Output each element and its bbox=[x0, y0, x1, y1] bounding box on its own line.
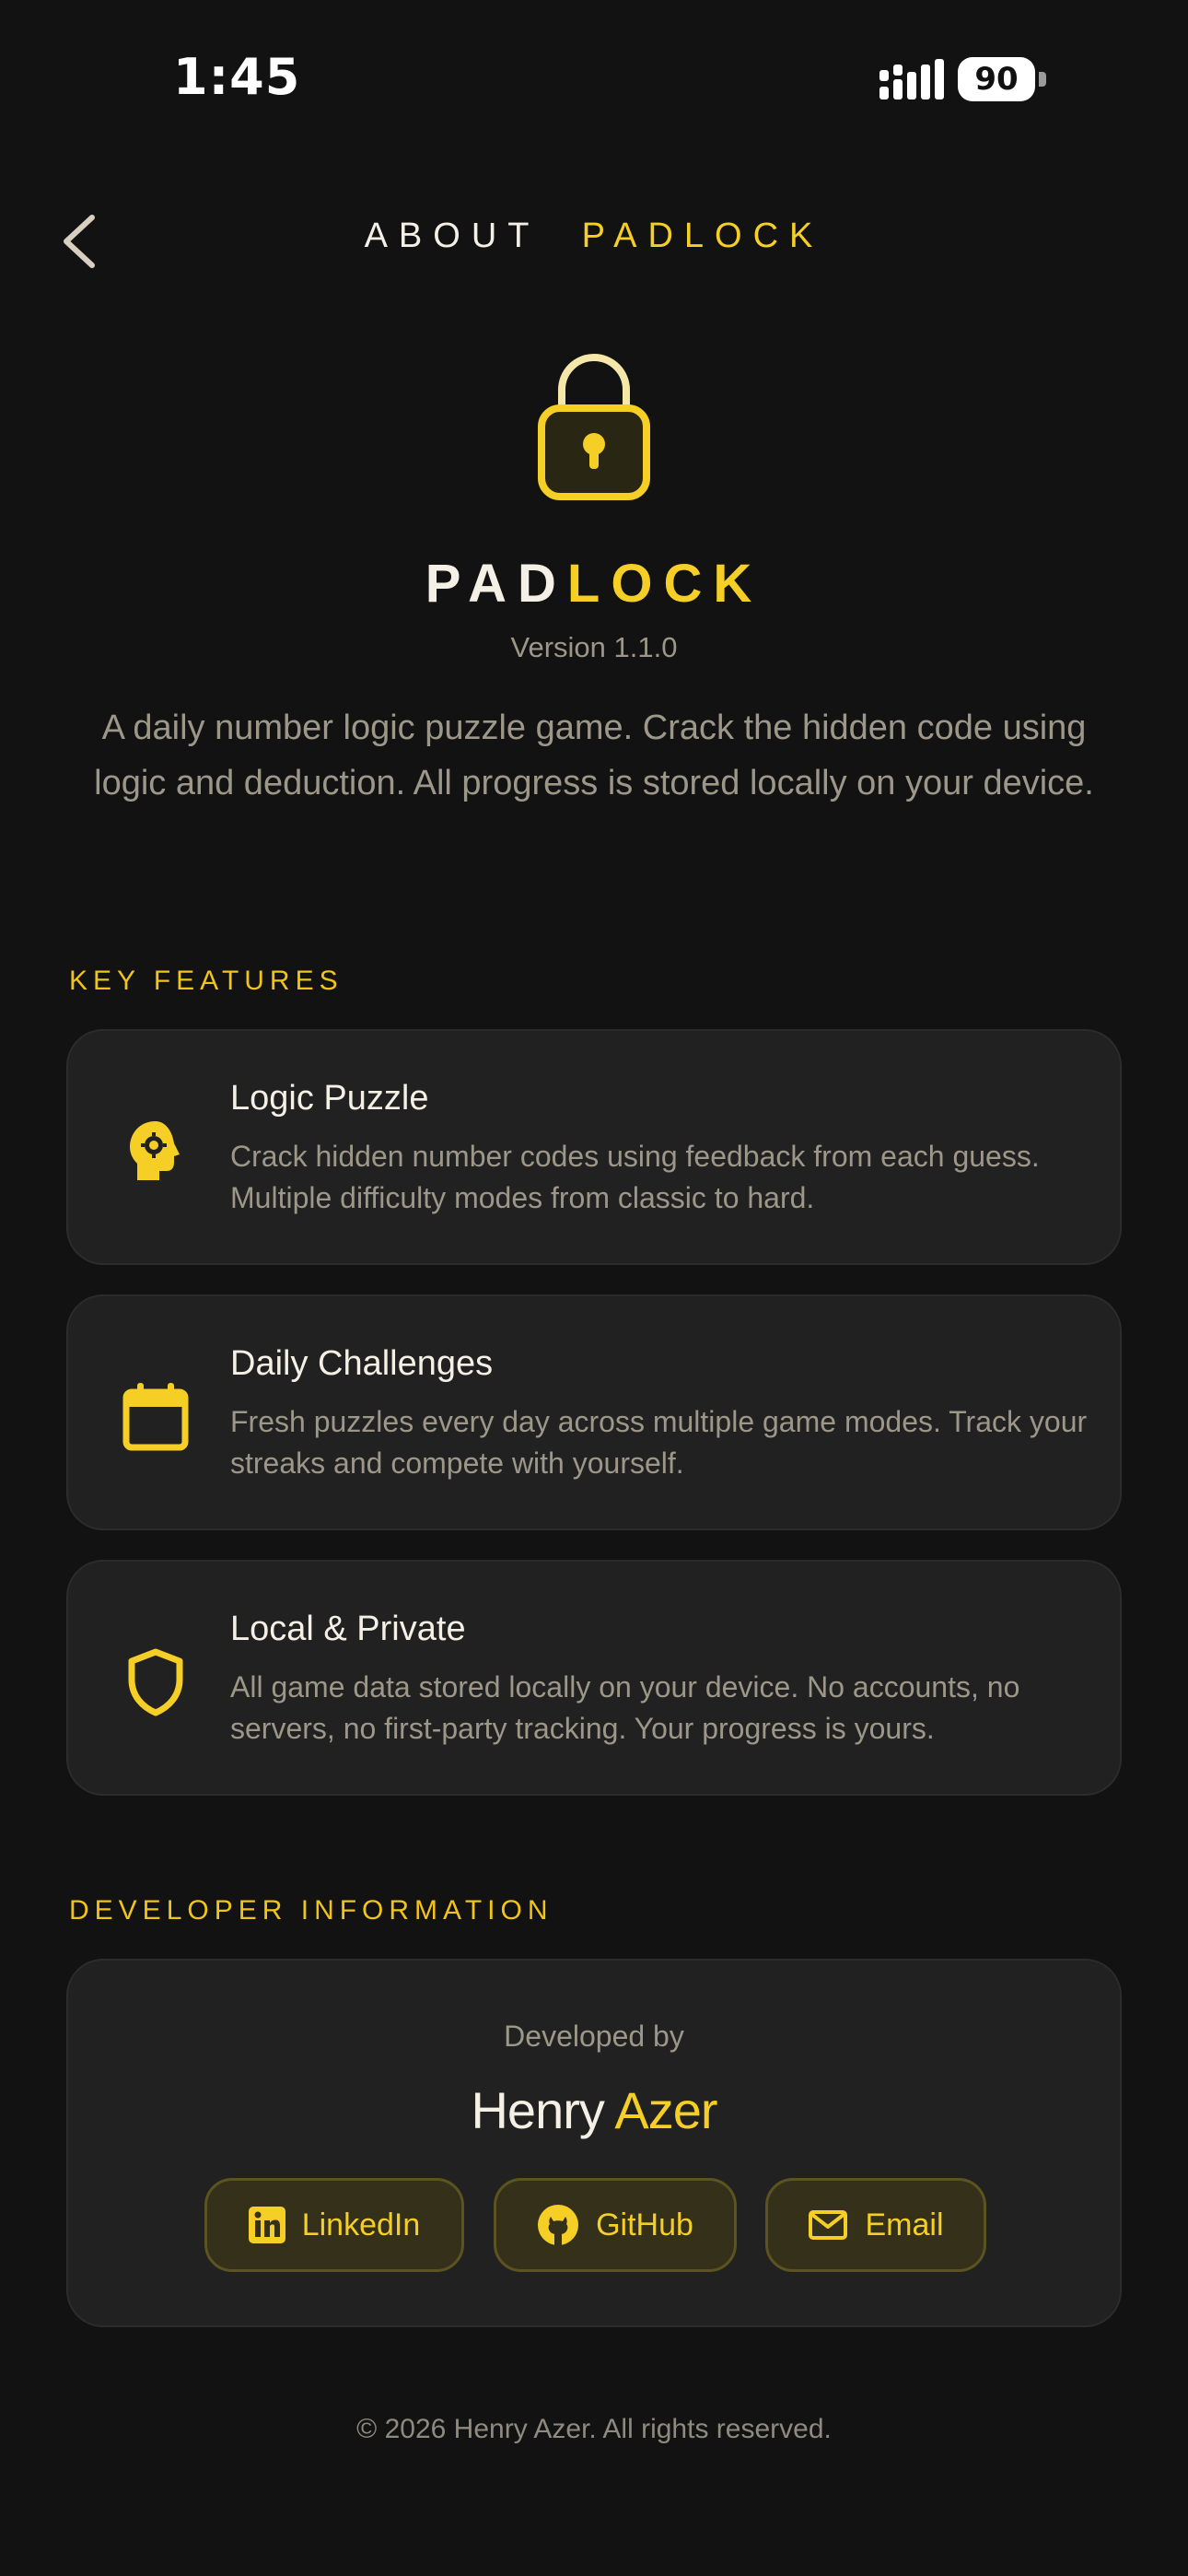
app-name-part2: LOCK bbox=[566, 554, 763, 614]
email-button-label: Email bbox=[865, 2207, 944, 2242]
linkedin-button[interactable]: LinkedIn bbox=[204, 2178, 464, 2272]
brain-gear-icon bbox=[130, 1121, 180, 1180]
developer-name: Henry Azer bbox=[68, 2080, 1120, 2140]
status-time: 1:45 bbox=[173, 48, 301, 106]
feature-title: Logic Puzzle bbox=[230, 1079, 429, 1118]
developer-first-name: Henry bbox=[471, 2081, 604, 2139]
app-description: A daily number logic puzzle game. Crack … bbox=[94, 708, 1094, 802]
cellular-signal-icon bbox=[879, 59, 944, 100]
calendar-icon bbox=[122, 1383, 189, 1451]
feature-card-local-private: Local & Private All game data stored loc… bbox=[66, 1560, 1122, 1796]
page-title-padlock: PADLOCK bbox=[581, 217, 824, 255]
developed-by-label: Developed by bbox=[504, 2020, 684, 2053]
app-version: Version 1.1.0 bbox=[510, 631, 678, 663]
padlock-icon bbox=[538, 354, 650, 500]
feature-description: Fresh puzzles every day across multiple … bbox=[230, 1405, 1088, 1480]
feature-description: All game data stored locally on your dev… bbox=[230, 1670, 1020, 1745]
developer-card: Developed by Henry Azer LinkedIn GitHub … bbox=[66, 1959, 1122, 2327]
battery-level: 90 bbox=[958, 57, 1035, 101]
page-title-about: ABOUT bbox=[364, 217, 541, 255]
key-features-heading: KEY FEATURES bbox=[69, 966, 344, 996]
feature-card-daily-challenges: Daily Challenges Fresh puzzles every day… bbox=[66, 1294, 1122, 1530]
github-button-label: GitHub bbox=[596, 2207, 693, 2242]
page-title: ABOUT PADLOCK bbox=[0, 217, 1188, 256]
copyright-footer: © 2026 Henry Azer. All rights reserved. bbox=[356, 2414, 832, 2444]
mail-icon bbox=[809, 2210, 848, 2240]
developer-info-heading: DEVELOPER INFORMATION bbox=[69, 1895, 553, 1926]
developer-last-name: Azer bbox=[614, 2081, 717, 2139]
app-name: PADLOCK bbox=[0, 553, 1188, 615]
linkedin-icon bbox=[248, 2207, 285, 2243]
feature-description: Crack hidden number codes using feedback… bbox=[230, 1140, 1040, 1214]
app-name-part1: PAD bbox=[425, 554, 567, 614]
linkedin-button-label: LinkedIn bbox=[301, 2207, 421, 2242]
shield-icon bbox=[128, 1648, 183, 1716]
feature-card-logic-puzzle: Logic Puzzle Crack hidden number codes u… bbox=[66, 1029, 1122, 1265]
github-button[interactable]: GitHub bbox=[494, 2178, 737, 2272]
feature-title: Daily Challenges bbox=[230, 1344, 494, 1383]
battery-indicator: 90 bbox=[958, 57, 1046, 101]
email-button[interactable]: Email bbox=[765, 2178, 986, 2272]
battery-tip-icon bbox=[1039, 72, 1046, 87]
github-icon bbox=[538, 2205, 579, 2245]
feature-title: Local & Private bbox=[230, 1610, 466, 1648]
